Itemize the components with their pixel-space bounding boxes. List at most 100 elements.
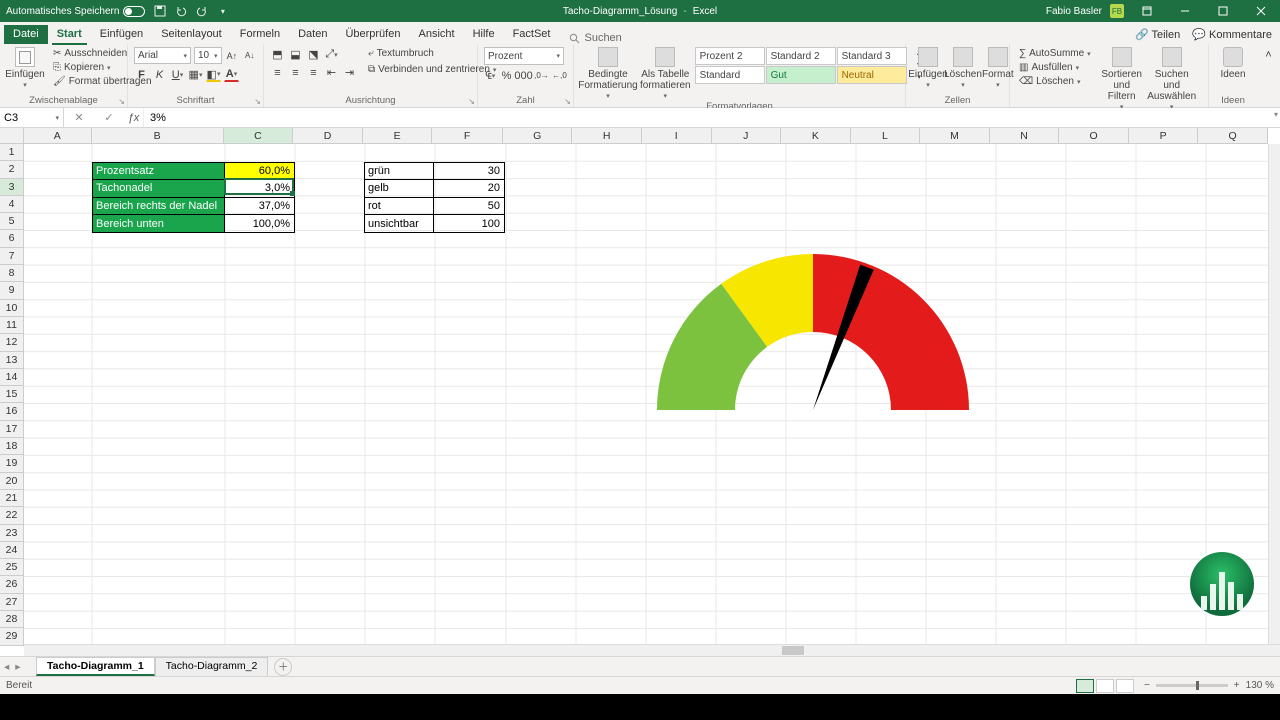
gauge-chart[interactable] xyxy=(657,254,969,414)
clipboard-dialog-launcher-icon[interactable]: ↘ xyxy=(118,97,125,106)
column-header[interactable]: B xyxy=(92,128,224,144)
zoom-out-icon[interactable]: − xyxy=(1144,680,1150,691)
param-value[interactable]: 60,0% xyxy=(225,163,294,180)
undo-icon[interactable] xyxy=(174,5,187,18)
style-standard3[interactable]: Standard 3 xyxy=(837,47,907,65)
row-header[interactable]: 20 xyxy=(0,473,24,490)
row-header[interactable]: 27 xyxy=(0,594,24,611)
param-label[interactable]: Bereich unten xyxy=(93,215,225,232)
row-header[interactable]: 15 xyxy=(0,386,24,403)
user-avatar[interactable]: FB xyxy=(1110,4,1124,18)
tab-start[interactable]: Start xyxy=(48,25,91,44)
tab-hilfe[interactable]: Hilfe xyxy=(464,25,504,44)
qat-customize-icon[interactable]: ▾ xyxy=(216,5,229,18)
save-icon[interactable] xyxy=(153,5,166,18)
align-left-icon[interactable]: ≡ xyxy=(270,65,285,80)
row-header[interactable]: 9 xyxy=(0,282,24,299)
minimize-icon[interactable] xyxy=(1170,0,1200,22)
zone-value[interactable]: 100 xyxy=(434,215,504,232)
autosave-switch-icon[interactable] xyxy=(123,6,145,17)
row-header[interactable]: 11 xyxy=(0,317,24,334)
sheet-tab[interactable]: Tacho-Diagramm_1 xyxy=(36,657,155,676)
zoom-in-icon[interactable]: + xyxy=(1234,680,1240,691)
row-header[interactable]: 6 xyxy=(0,230,24,247)
align-top-icon[interactable]: ⬒ xyxy=(270,47,285,62)
ribbon-display-options-icon[interactable] xyxy=(1132,0,1162,22)
param-label[interactable]: Tachonadel xyxy=(93,180,225,197)
bold-button[interactable]: F xyxy=(134,67,149,82)
font-size-select[interactable]: 10▾ xyxy=(194,47,222,64)
column-header[interactable]: D xyxy=(293,128,363,144)
align-center-icon[interactable]: ≡ xyxy=(288,65,303,80)
fx-icon[interactable]: ƒx xyxy=(124,108,144,127)
cancel-formula-icon[interactable]: ✕ xyxy=(74,111,83,124)
clear-button[interactable]: ⌫ Löschen ▾ xyxy=(1016,75,1094,88)
autosum-button[interactable]: ∑ AutoSumme ▾ xyxy=(1016,47,1094,60)
maximize-icon[interactable] xyxy=(1208,0,1238,22)
delete-cells-button[interactable]: Löschen▾ xyxy=(947,47,979,90)
column-header[interactable]: P xyxy=(1129,128,1199,144)
alignment-dialog-launcher-icon[interactable]: ↘ xyxy=(468,97,475,106)
italic-button[interactable]: K xyxy=(152,67,167,82)
row-header[interactable]: 1 xyxy=(0,144,24,161)
fill-button[interactable]: ▥ Ausfüllen ▾ xyxy=(1016,61,1094,74)
conditional-formatting-button[interactable]: Bedingte Formatierung▾ xyxy=(580,47,636,101)
view-page-break-icon[interactable] xyxy=(1116,679,1134,693)
number-format-select[interactable]: Prozent▾ xyxy=(484,47,564,65)
cell-styles-gallery[interactable]: Prozent 2 Standard 2 Standard 3 Standard… xyxy=(695,47,907,84)
column-header[interactable]: O xyxy=(1059,128,1129,144)
column-header[interactable]: E xyxy=(363,128,433,144)
column-headers[interactable]: ABCDEFGHIJKLMNOPQ xyxy=(24,128,1268,144)
zone-label[interactable]: rot xyxy=(365,198,434,215)
autosave-toggle[interactable]: Automatisches Speichern xyxy=(6,6,145,17)
insert-cells-button[interactable]: Einfügen▾ xyxy=(912,47,944,90)
row-headers[interactable]: 1234567891011121314151617181920212223242… xyxy=(0,144,24,646)
style-prozent2[interactable]: Prozent 2 xyxy=(695,47,765,65)
style-standard[interactable]: Standard xyxy=(695,66,765,84)
column-header[interactable]: K xyxy=(781,128,851,144)
fill-color-button[interactable]: ◧▾ xyxy=(206,67,221,82)
row-header[interactable]: 29 xyxy=(0,628,24,645)
redo-icon[interactable] xyxy=(195,5,208,18)
name-box[interactable]: C3▾ xyxy=(0,108,64,127)
row-header[interactable]: 25 xyxy=(0,559,24,576)
column-header[interactable]: L xyxy=(851,128,921,144)
worksheet-grid[interactable]: ABCDEFGHIJKLMNOPQ 1234567891011121314151… xyxy=(0,128,1280,656)
column-header[interactable]: J xyxy=(712,128,782,144)
tell-me-search[interactable]: Suchen xyxy=(569,32,621,44)
align-right-icon[interactable]: ≡ xyxy=(306,65,321,80)
row-header[interactable]: 21 xyxy=(0,490,24,507)
tab-einfügen[interactable]: Einfügen xyxy=(91,25,152,44)
format-as-table-button[interactable]: Als Tabelle formatieren▾ xyxy=(640,47,691,101)
column-header[interactable]: N xyxy=(990,128,1060,144)
format-cells-button[interactable]: Format▾ xyxy=(982,47,1014,90)
tab-file[interactable]: Datei xyxy=(4,25,48,44)
param-label[interactable]: Prozentsatz xyxy=(93,163,225,180)
row-header[interactable]: 10 xyxy=(0,300,24,317)
row-header[interactable]: 18 xyxy=(0,438,24,455)
row-header[interactable]: 4 xyxy=(0,196,24,213)
close-icon[interactable] xyxy=(1246,0,1276,22)
zone-value[interactable]: 50 xyxy=(434,198,504,215)
decrease-font-icon[interactable]: A↓ xyxy=(242,48,257,63)
row-header[interactable]: 26 xyxy=(0,576,24,593)
column-header[interactable]: Q xyxy=(1198,128,1268,144)
find-select-button[interactable]: Suchen und Auswählen▾ xyxy=(1150,47,1194,112)
row-header[interactable]: 16 xyxy=(0,403,24,420)
row-header[interactable]: 24 xyxy=(0,542,24,559)
new-sheet-button[interactable]: ＋ xyxy=(274,658,292,676)
select-all-triangle[interactable] xyxy=(0,128,24,144)
tab-seitenlayout[interactable]: Seitenlayout xyxy=(152,25,231,44)
decrease-decimal-icon[interactable]: ←,0 xyxy=(552,68,567,83)
comments-button[interactable]: 💬 Kommentare xyxy=(1192,28,1272,41)
row-header[interactable]: 14 xyxy=(0,369,24,386)
view-page-layout-icon[interactable] xyxy=(1096,679,1114,693)
zoom-level[interactable]: 130 % xyxy=(1246,680,1274,691)
column-header[interactable]: C xyxy=(224,128,294,144)
row-header[interactable]: 19 xyxy=(0,455,24,472)
user-name[interactable]: Fabio Basler xyxy=(1046,6,1102,17)
row-header[interactable]: 23 xyxy=(0,525,24,542)
align-bottom-icon[interactable]: ⬔ xyxy=(306,47,321,62)
expand-formula-bar-icon[interactable]: ▾ xyxy=(1274,110,1278,119)
orientation-icon[interactable]: ⤢▾ xyxy=(324,47,339,62)
